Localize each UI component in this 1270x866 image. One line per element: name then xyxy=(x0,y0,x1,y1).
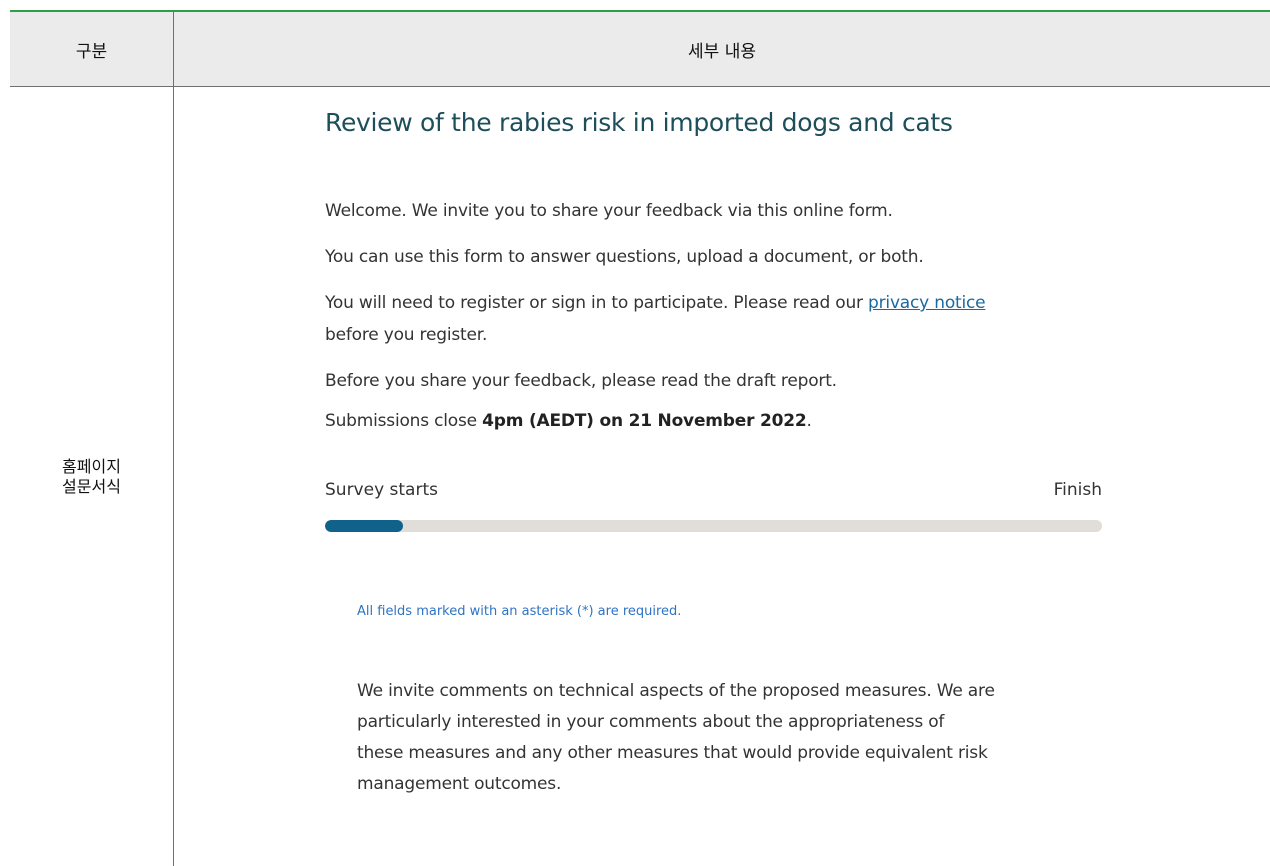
submissions-suffix: . xyxy=(806,411,812,431)
welcome-text: Welcome. We invite you to share your fee… xyxy=(325,201,893,221)
table-header-row: 구분 세부 내용 xyxy=(10,12,1270,87)
row-label-line2: 설문서식 xyxy=(62,477,121,496)
row-label: 홈페이지 설문서식 xyxy=(10,88,173,866)
progress-bar xyxy=(325,520,1102,532)
submissions-text: Submissions close 4pm (AEDT) on 21 Novem… xyxy=(325,406,812,436)
intro-line: We invite comments on technical aspects … xyxy=(357,681,995,701)
header-details: 세부 내용 xyxy=(688,41,756,62)
progress-end-label: Finish xyxy=(1053,480,1102,500)
submissions-deadline: 4pm (AEDT) on 21 November 2022 xyxy=(482,411,807,431)
register-prefix: You will need to register or sign in to … xyxy=(325,293,869,313)
page-title: Review of the rabies risk in imported do… xyxy=(325,108,953,137)
use-form-text: You can use this form to answer question… xyxy=(325,247,924,267)
column-divider xyxy=(173,12,174,866)
intro-line: particularly interested in your comments… xyxy=(357,712,945,732)
draft-report-text: Before you share your feedback, please r… xyxy=(325,371,837,391)
header-category: 구분 xyxy=(75,41,108,62)
progress-bar-fill xyxy=(325,520,403,532)
progress-start-label: Survey starts xyxy=(325,480,438,500)
row-label-line1: 홈페이지 xyxy=(62,457,121,476)
privacy-notice-link[interactable]: privacy notice xyxy=(868,293,986,313)
required-fields-note: All fields marked with an asterisk (*) a… xyxy=(357,604,682,619)
intro-line: these measures and any other measures th… xyxy=(357,743,988,763)
register-suffix-text: before you register. xyxy=(325,325,488,345)
intro-paragraph: We invite comments on technical aspects … xyxy=(357,676,1077,800)
submissions-prefix: Submissions close xyxy=(325,411,483,431)
register-text: You will need to register or sign in to … xyxy=(325,288,986,318)
intro-line: management outcomes. xyxy=(357,774,562,794)
